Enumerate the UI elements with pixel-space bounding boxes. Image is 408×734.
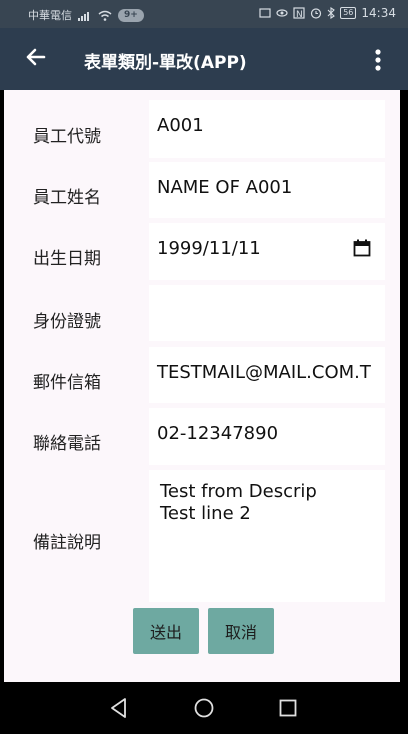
birth-date-value: 1999/11/11 xyxy=(157,238,261,259)
notification-badge: 9+ xyxy=(118,8,144,22)
employee-id-input[interactable]: A001 xyxy=(149,100,385,158)
page-title: 表單類別-單改(APP) xyxy=(84,53,247,73)
submit-label: 送出 xyxy=(149,623,182,642)
calendar-icon[interactable] xyxy=(353,239,371,257)
employee-name-input[interactable]: NAME OF A001 xyxy=(149,162,385,218)
phone-input[interactable]: 02-12347890 xyxy=(149,408,385,465)
back-arrow-icon[interactable] xyxy=(22,43,50,71)
nav-home-icon[interactable] xyxy=(191,695,217,721)
birth-date-input[interactable]: 1999/11/11 xyxy=(149,223,385,280)
battery-icon: 56 xyxy=(340,7,357,19)
status-bar: 中華電信 9+ N 56 14:34 xyxy=(0,0,408,28)
email-label: 郵件信箱 xyxy=(33,373,101,393)
email-input[interactable]: TESTMAIL@MAIL.COM.T xyxy=(149,347,385,403)
eye-icon xyxy=(276,9,288,17)
email-value: TESTMAIL@MAIL.COM.T xyxy=(157,362,371,383)
cancel-label: 取消 xyxy=(224,623,257,642)
nfc-icon: N xyxy=(293,7,305,19)
employee-name-label: 員工姓名 xyxy=(33,188,101,208)
carrier-label: 中華電信 xyxy=(28,9,72,22)
notes-value: Test from Descrip Test line 2 xyxy=(160,481,317,524)
wifi-icon xyxy=(98,10,112,21)
system-nav-bar xyxy=(0,682,408,734)
clock: 14:34 xyxy=(361,6,396,20)
phone-label: 聯絡電話 xyxy=(33,434,101,454)
phone-value: 02-12347890 xyxy=(157,423,279,444)
cast-icon xyxy=(259,8,271,18)
notes-label: 備註說明 xyxy=(33,533,101,553)
nav-recents-icon[interactable] xyxy=(275,695,301,721)
id-number-label: 身份證號 xyxy=(33,312,101,332)
cancel-button[interactable]: 取消 xyxy=(208,608,274,654)
form-container: 員工代號 A001 員工姓名 NAME OF A001 出生日期 1999/11… xyxy=(4,90,400,682)
svg-text:N: N xyxy=(296,10,303,19)
alarm-icon xyxy=(311,8,322,19)
bluetooth-icon xyxy=(327,7,336,19)
notes-textarea[interactable]: Test from Descrip Test line 2 xyxy=(149,470,385,602)
submit-button[interactable]: 送出 xyxy=(133,608,199,654)
app-bar: 表單類別-單改(APP) xyxy=(0,28,408,90)
more-vert-icon[interactable] xyxy=(366,46,390,74)
id-number-input[interactable] xyxy=(149,285,385,341)
birth-date-label: 出生日期 xyxy=(33,249,101,269)
signal-icon xyxy=(78,11,89,21)
employee-id-label: 員工代號 xyxy=(33,127,101,147)
employee-name-value: NAME OF A001 xyxy=(157,177,293,198)
employee-id-value: A001 xyxy=(157,115,204,136)
nav-back-icon[interactable] xyxy=(106,695,132,721)
